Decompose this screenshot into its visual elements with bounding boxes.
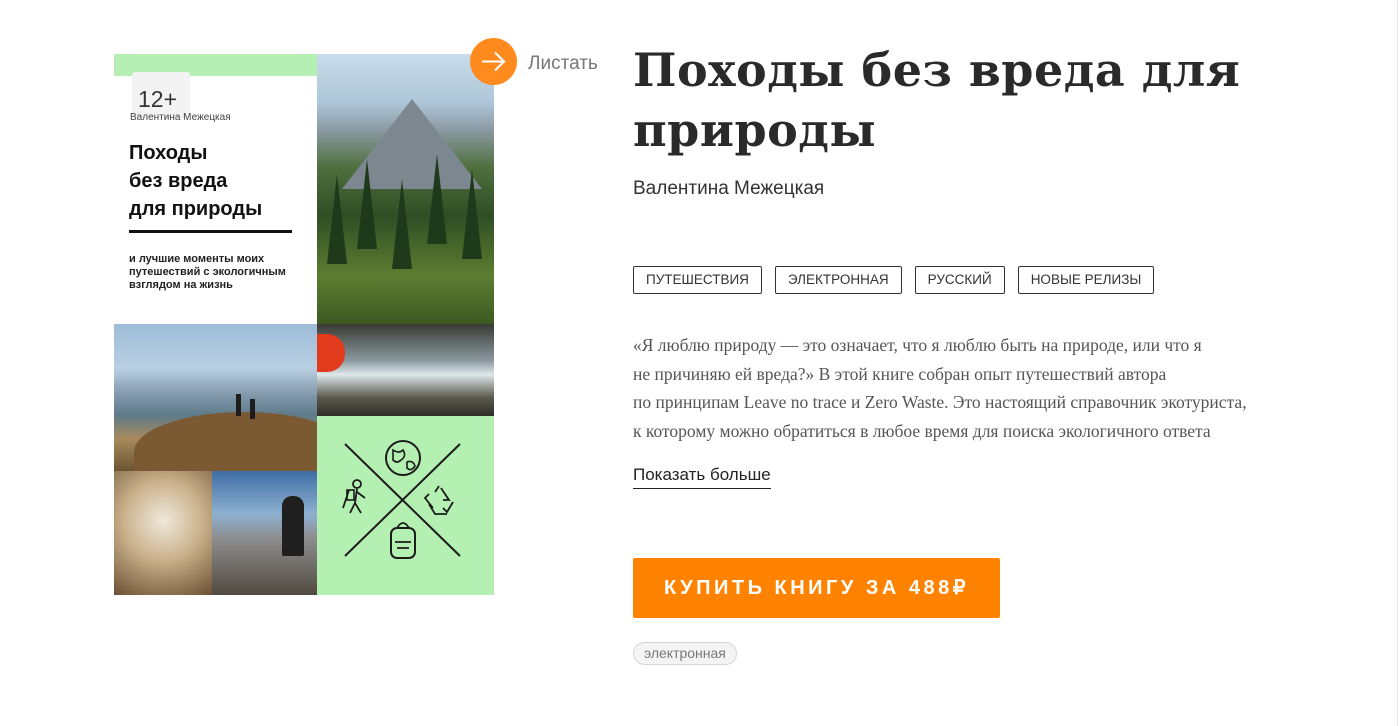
book-title-line: природы <box>633 103 877 157</box>
cover-title-line: без вреда <box>129 170 228 192</box>
description-line: «Я люблю природу — это означает, что я л… <box>633 335 1202 355</box>
cover-subtitle-line: и лучшие моменты моих <box>129 253 265 265</box>
hiker-figure <box>236 394 241 416</box>
buy-book-button[interactable]: КУПИТЬ КНИГУ ЗА 488₽ <box>633 558 1000 618</box>
recycle-icon <box>423 485 454 515</box>
tree-shape <box>462 169 482 259</box>
tree-shape <box>427 154 447 244</box>
book-author-link[interactable]: Валентина Межецкая <box>633 178 824 200</box>
book-cover[interactable]: 12+ Валентина Межецкая Походы без вреда … <box>114 54 494 595</box>
tag-travel[interactable]: ПУТЕШЕСТВИЯ <box>633 266 762 294</box>
description-line: не причиняю ей вреда?» В этой книге собр… <box>633 363 1167 384</box>
tree-shape <box>357 159 377 249</box>
cover-title: Походы без вреда для природы <box>129 139 309 223</box>
cover-author: Валентина Межецкая <box>130 112 231 123</box>
description-line: по принципам Leave no trace и Zero Waste… <box>633 392 1247 412</box>
arrow-right-icon <box>482 51 506 72</box>
description-line: к которому можно обратиться в любое врем… <box>633 420 1211 441</box>
cover-title-rule <box>129 230 292 233</box>
tag-new-releases[interactable]: НОВЫЕ РЕЛИЗЫ <box>1017 266 1155 294</box>
page-edge-divider <box>1397 0 1398 726</box>
cover-photo-steam <box>114 471 212 595</box>
tree-shape <box>327 174 347 264</box>
cover-subtitle-line: взглядом на жизнь <box>129 279 233 291</box>
cover-title-line: для природы <box>129 198 263 220</box>
globe-icon <box>385 440 421 476</box>
hiker-figure <box>250 399 255 419</box>
tag-electronic[interactable]: ЭЛЕКТРОННАЯ <box>774 266 902 294</box>
book-title: Походы без вреда для природы <box>633 40 1333 160</box>
book-description: «Я люблю природу — это означает, что я л… <box>633 331 1333 445</box>
show-more-link[interactable]: Показать больше <box>633 465 771 489</box>
backpack-icon <box>390 522 416 559</box>
cover-subtitle-line: путешествий с экологичным <box>129 266 286 278</box>
hiker-figure <box>282 496 304 556</box>
cover-photo-valley-hikers <box>114 324 317 471</box>
flip-pages-label[interactable]: Листать <box>528 53 598 75</box>
cover-photo-mountain-forest <box>317 54 494 324</box>
flip-pages-button[interactable] <box>470 38 517 85</box>
cover-photo-stream <box>317 324 494 416</box>
tag-russian[interactable]: РУССКИЙ <box>914 266 1005 294</box>
eco-cross-emblem <box>342 440 461 559</box>
hand-shape <box>317 334 345 372</box>
tree-shape <box>392 179 412 269</box>
cover-subtitle: и лучшие моменты моих путешествий с экол… <box>129 253 314 292</box>
cover-title-line: Походы <box>129 142 208 164</box>
cover-text-panel: 12+ Валентина Межецкая Походы без вреда … <box>114 54 317 324</box>
book-title-line: Походы без вреда для <box>633 43 1241 97</box>
cover-photo-hiker <box>212 471 317 595</box>
hiker-icon <box>342 479 366 514</box>
eco-icons-panel <box>317 416 494 595</box>
hill-shape <box>134 412 317 471</box>
format-badge: электронная <box>633 642 737 665</box>
tag-list: ПУТЕШЕСТВИЯ ЭЛЕКТРОННАЯ РУССКИЙ НОВЫЕ РЕ… <box>633 266 1155 294</box>
